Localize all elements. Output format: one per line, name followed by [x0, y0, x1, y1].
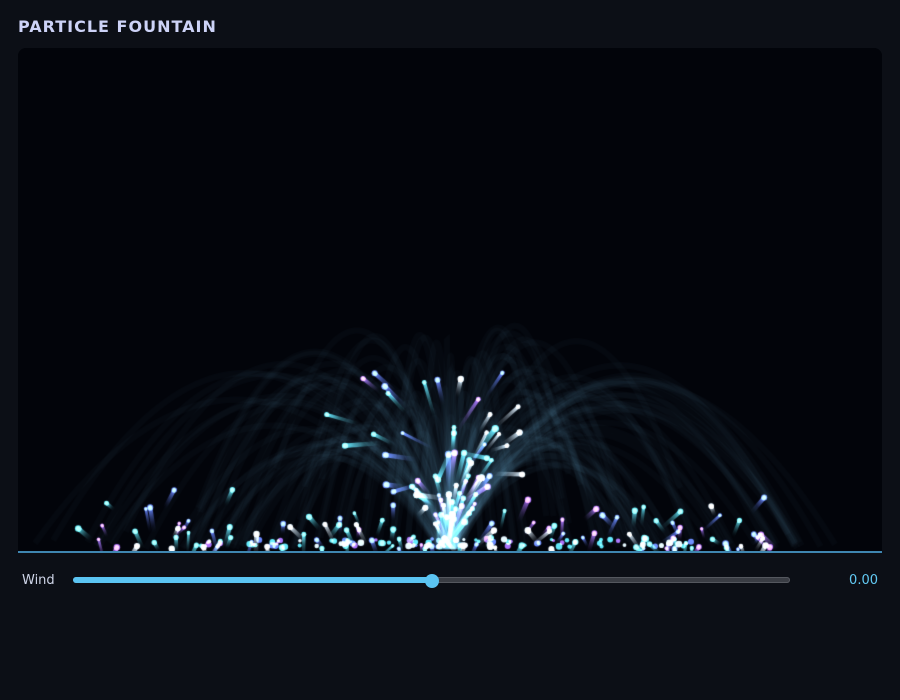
fountain-canvas-panel — [18, 48, 882, 551]
wind-slider[interactable] — [73, 574, 790, 588]
wind-slider-thumb[interactable] — [424, 574, 439, 588]
wind-label: Wind — [22, 573, 55, 588]
particle-fountain-canvas[interactable] — [18, 48, 882, 551]
wind-slider-fill — [73, 577, 432, 583]
wind-value-readout: 0.00 — [849, 573, 878, 588]
app-title: PARTICLE FOUNTAIN — [18, 17, 217, 36]
ground-line — [18, 551, 882, 553]
controls-bar: Wind 0.00 — [18, 566, 882, 596]
